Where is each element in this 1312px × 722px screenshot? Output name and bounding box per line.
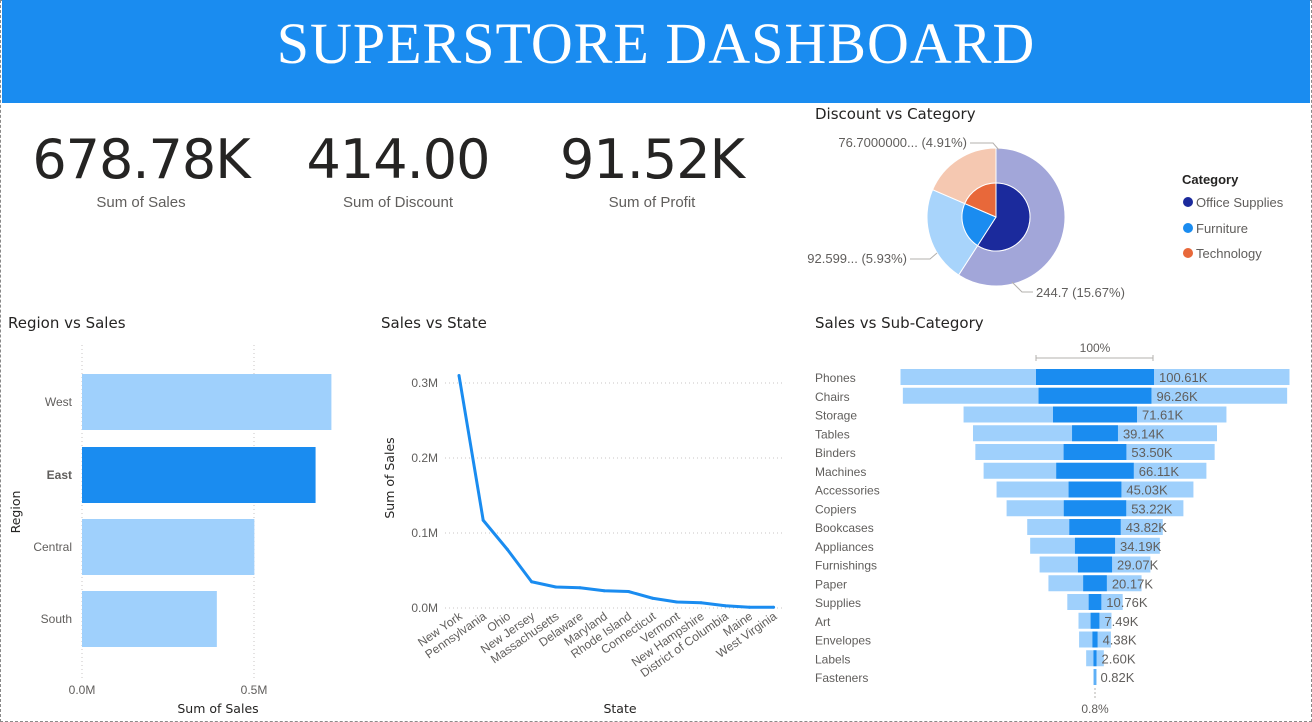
funnel-bar-furnishings[interactable] [1077, 556, 1113, 573]
funnel-row-art[interactable]: Art 7.49K [815, 612, 1139, 629]
funnel-bar-accessories[interactable] [1068, 481, 1122, 498]
funnel-top-label: 100% [1080, 341, 1111, 355]
funnel-value-label-chairs: 96.26K [1156, 389, 1198, 404]
funnel-bar-labels[interactable] [1093, 650, 1097, 667]
funnel-category-label-supplies: Supplies [815, 596, 861, 610]
funnel-bar-chairs[interactable] [1038, 387, 1152, 404]
funnel-value-label-envelopes: 4.38K [1103, 633, 1137, 648]
funnel-category-label-phones: Phones [815, 371, 856, 385]
funnel-value-label-machines: 66.11K [1139, 464, 1180, 479]
funnel-row-accessories[interactable]: Accessories 45.03K [815, 481, 1194, 498]
funnel-row-furnishings[interactable]: Furnishings 29.07K [815, 556, 1159, 573]
funnel-value-label-paper: 20.17K [1112, 576, 1154, 591]
funnel-row-appliances[interactable]: Appliances 34.19K [815, 537, 1162, 554]
funnel-category-label-art: Art [815, 615, 831, 629]
funnel-value-label-copiers: 53.22K [1131, 501, 1173, 516]
funnel-category-label-bookcases: Bookcases [815, 521, 874, 535]
funnel-value-label-phones: 100.61K [1159, 370, 1208, 385]
funnel-row-binders[interactable]: Binders 53.50K [815, 444, 1215, 460]
funnel-bottom-label: 0.8% [1081, 702, 1109, 716]
funnel-row-tables[interactable]: Tables 39.14K [815, 425, 1218, 442]
funnel-category-label-labels: Labels [815, 652, 850, 666]
funnel-category-label-paper: Paper [815, 577, 847, 591]
funnel-value-label-tables: 39.14K [1123, 426, 1165, 441]
funnel-top-bracket [1035, 355, 1154, 361]
funnel-bar-envelopes[interactable] [1092, 631, 1098, 648]
funnel-category-label-binders: Binders [815, 446, 856, 460]
funnel-category-label-furnishings: Furnishings [815, 559, 877, 573]
funnel-value-label-binders: 53.50K [1131, 445, 1173, 460]
funnel-bar-machines[interactable] [1056, 462, 1134, 479]
funnel-bar-storage[interactable] [1053, 406, 1137, 423]
funnel-row-copiers[interactable]: Copiers 53.22K [815, 500, 1184, 517]
funnel-bar-copiers[interactable] [1063, 500, 1127, 517]
funnel-row-bookcases[interactable]: Bookcases 43.82K [815, 519, 1167, 535]
funnel-bar-binders[interactable] [1063, 444, 1127, 460]
funnel-bar-supplies[interactable] [1088, 594, 1102, 610]
funnel-bar-tables[interactable] [1072, 425, 1118, 442]
funnel-value-label-fasteners: 0.82K [1100, 670, 1134, 685]
funnel-row-supplies[interactable]: Supplies 10.76K [815, 594, 1148, 610]
funnel-category-label-machines: Machines [815, 465, 866, 479]
funnel-bar-art[interactable] [1090, 612, 1100, 629]
funnel-row-labels[interactable]: Labels 2.60K [815, 650, 1136, 667]
funnel-category-label-tables: Tables [815, 427, 850, 441]
funnel-bar-phones[interactable] [1036, 369, 1154, 385]
funnel-value-label-storage: 71.61K [1142, 408, 1184, 423]
funnel-category-label-envelopes: Envelopes [815, 634, 871, 648]
funnel-bar-paper[interactable] [1083, 575, 1107, 592]
funnel-row-storage[interactable]: Storage 71.61K [815, 406, 1227, 423]
funnel-value-label-furnishings: 29.07K [1117, 558, 1159, 573]
funnel-row-paper[interactable]: Paper 20.17K [815, 575, 1154, 592]
funnel-value-label-labels: 2.60K [1102, 651, 1136, 666]
funnel-row-envelopes[interactable]: Envelopes 4.38K [815, 631, 1137, 648]
funnel-category-label-copiers: Copiers [815, 502, 856, 516]
funnel-row-phones[interactable]: Phones 100.61K [815, 369, 1290, 385]
funnel-bar-fasteners[interactable] [1094, 669, 1096, 685]
funnel-value-label-bookcases: 43.82K [1126, 520, 1168, 535]
funnel-bar-bookcases[interactable] [1069, 519, 1121, 535]
funnel-row-fasteners[interactable]: Fasteners 0.82K [815, 669, 1135, 685]
funnel-value-label-accessories: 45.03K [1126, 483, 1168, 498]
funnel-category-label-chairs: Chairs [815, 390, 850, 404]
funnel-row-chairs[interactable]: Chairs 96.26K [815, 387, 1288, 404]
funnel-bar-appliances[interactable] [1074, 537, 1116, 554]
subcategory-funnel-chart[interactable]: 100% 0.8% Phones 100.61K Chairs 96.26K Stora… [0, 0, 1312, 722]
funnel-row-machines[interactable]: Machines 66.11K [815, 462, 1207, 479]
funnel-value-label-art: 7.49K [1104, 614, 1138, 629]
funnel-value-label-supplies: 10.76K [1106, 595, 1148, 610]
funnel-category-label-fasteners: Fasteners [815, 671, 868, 685]
funnel-category-label-appliances: Appliances [815, 540, 874, 554]
funnel-category-label-storage: Storage [815, 409, 857, 423]
funnel-value-label-appliances: 34.19K [1120, 539, 1162, 554]
funnel-category-label-accessories: Accessories [815, 484, 880, 498]
